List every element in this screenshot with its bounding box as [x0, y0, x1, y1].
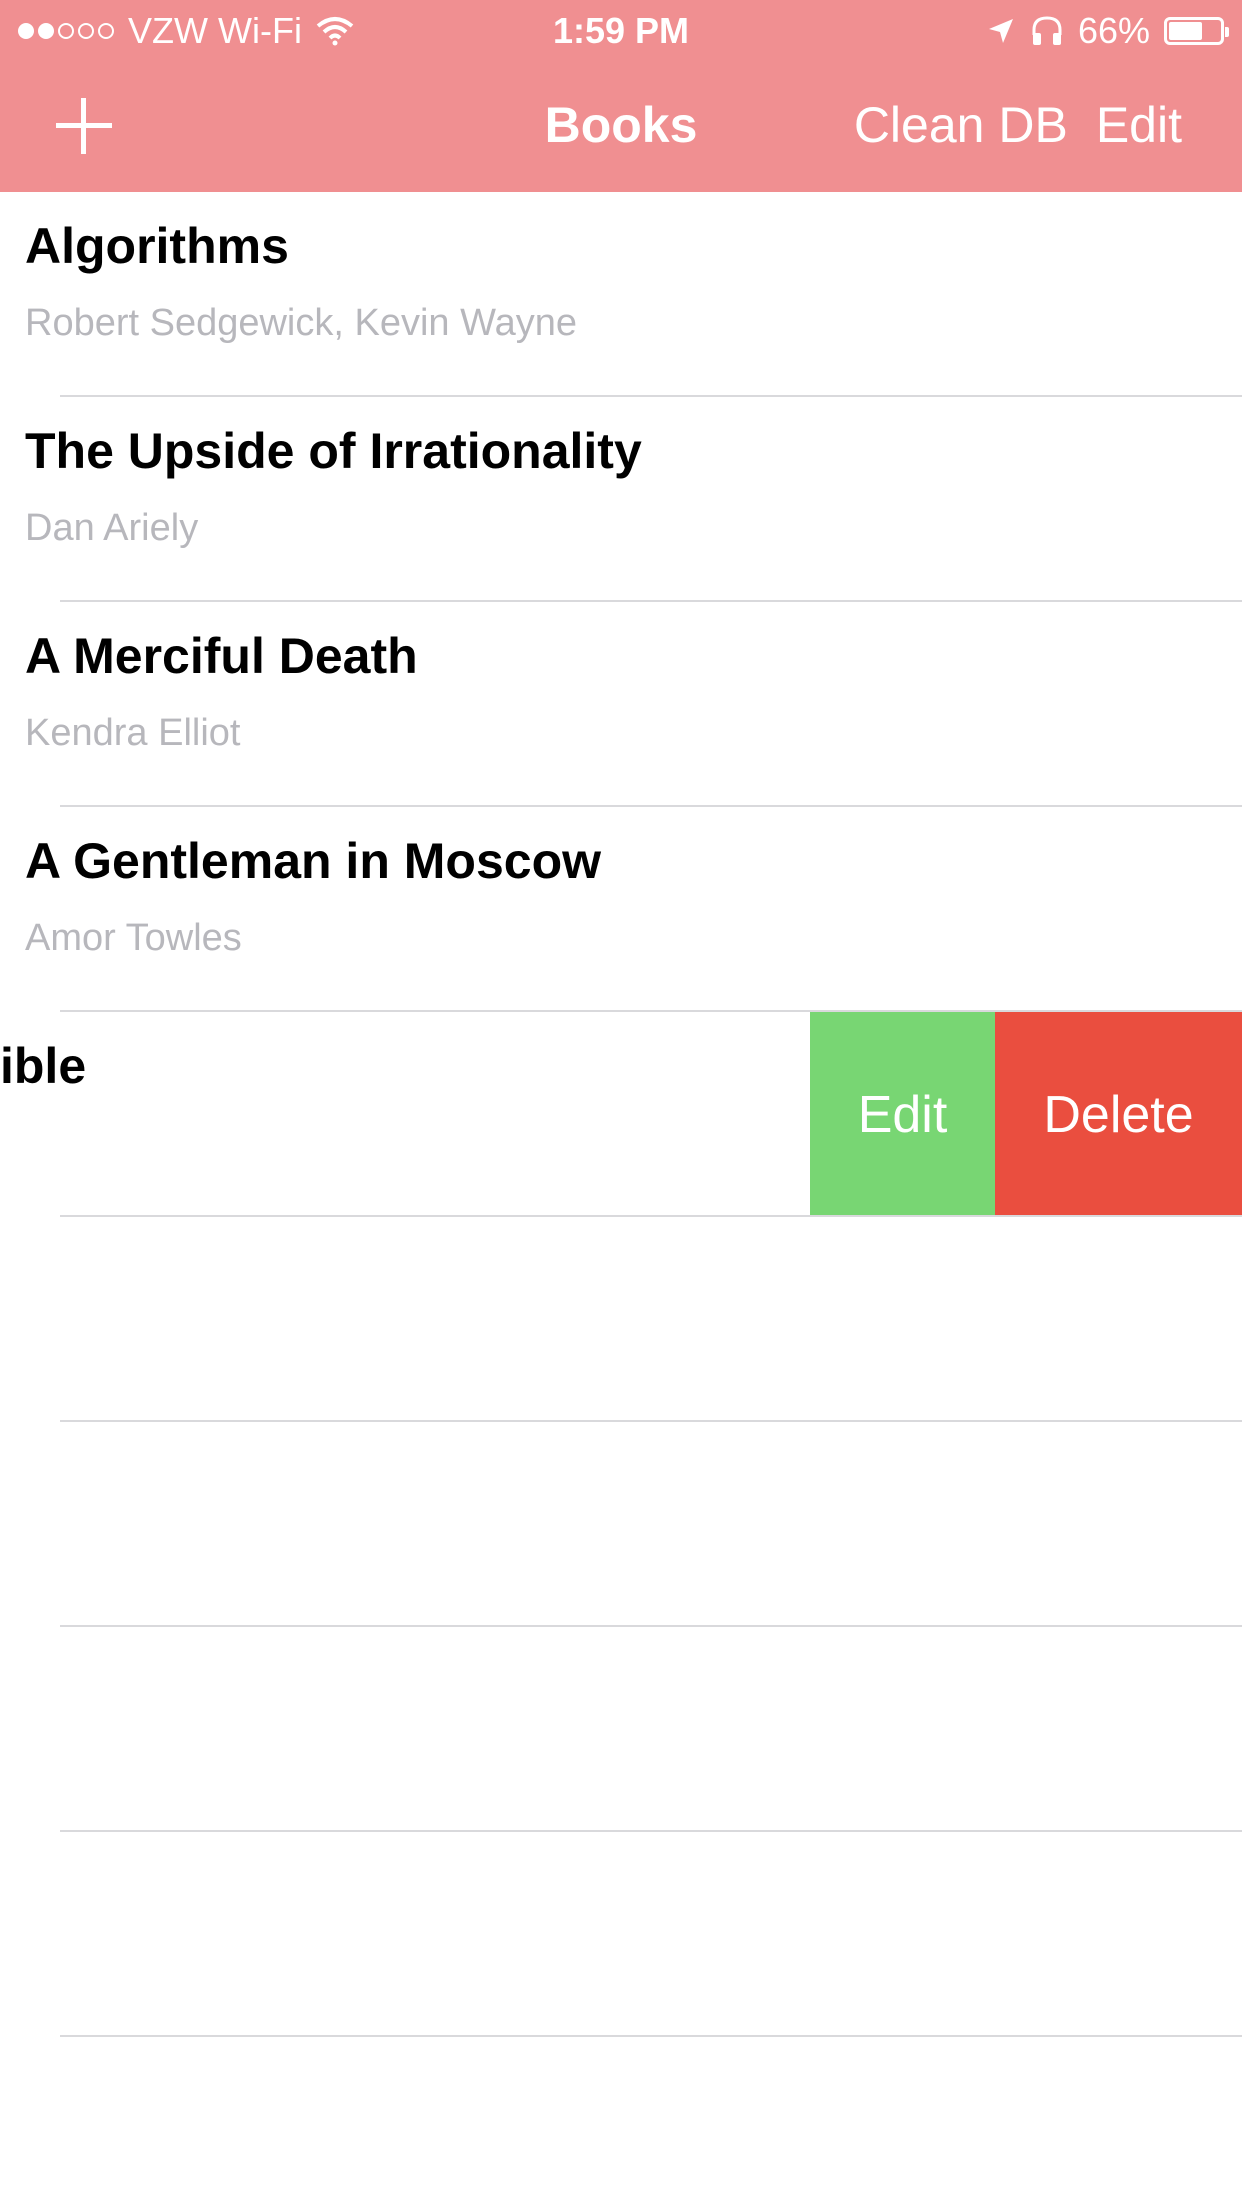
nav-right-buttons: Clean DB Edit [854, 96, 1182, 154]
battery-percent: 66% [1077, 10, 1150, 51]
empty-row [0, 1832, 1242, 2037]
clean-db-button[interactable]: Clean DB [854, 96, 1068, 154]
book-title-truncated: ible [0, 1038, 87, 1094]
navigation-bar: Books Clean DB Edit [0, 60, 1242, 192]
book-author: Dan Ariely [25, 507, 199, 549]
swipe-actions: Edit Delete [810, 1012, 1242, 1217]
book-title: A Merciful Death [25, 628, 418, 684]
book-title: A Gentleman in Moscow [25, 833, 602, 889]
row-divider [60, 2035, 1242, 2037]
book-author: Robert Sedgewick, Kevin Wayne [25, 302, 577, 344]
swipe-edit-button[interactable]: Edit [810, 1012, 995, 1217]
top-bar: VZW Wi-Fi 1:59 PM 66% Books Clean DB Edi… [0, 0, 1242, 192]
empty-row [0, 1422, 1242, 1627]
list-item[interactable]: A Merciful Death Kendra Elliot [0, 602, 1242, 807]
book-author: Kendra Elliot [25, 712, 241, 754]
empty-row [0, 1627, 1242, 1832]
empty-row [0, 1217, 1242, 1422]
book-title: Algorithms [25, 218, 289, 274]
list-item[interactable]: The Upside of Irrationality Dan Ariely [0, 397, 1242, 602]
battery-icon [1164, 17, 1229, 45]
list-item[interactable]: Algorithms Robert Sedgewick, Kevin Wayne [0, 192, 1242, 397]
list-item[interactable]: A Gentleman in Moscow Amor Towles [0, 807, 1242, 1012]
headphones-icon [1030, 15, 1064, 47]
edit-button[interactable]: Edit [1096, 96, 1182, 154]
swiped-list-item[interactable]: ible Edit Delete [0, 1012, 1242, 1217]
book-title: The Upside of Irrationality [25, 423, 642, 479]
book-list: Algorithms Robert Sedgewick, Kevin Wayne… [0, 192, 1242, 2037]
status-right: 66% [972, 8, 1229, 54]
status-bar: VZW Wi-Fi 1:59 PM 66% [0, 0, 1242, 60]
location-arrow-icon [986, 16, 1016, 46]
swipe-delete-button[interactable]: Delete [995, 1012, 1242, 1217]
book-author: Amor Towles [25, 917, 242, 959]
